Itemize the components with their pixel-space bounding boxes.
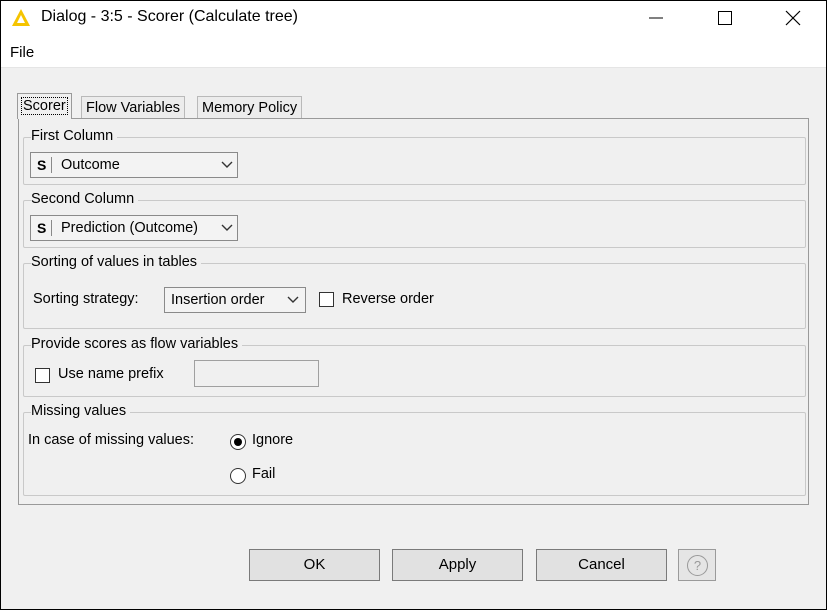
radio-selected-dot: [234, 438, 242, 446]
missing-values-group: [23, 412, 806, 496]
tab-memory-policy-label: Memory Policy: [202, 100, 298, 116]
dialog-window: Dialog - 3:5 - Scorer (Calculate tree) F…: [0, 0, 827, 610]
help-button[interactable]: ?: [678, 549, 716, 581]
chevron-down-icon: [221, 224, 233, 231]
chevron-down-icon: [287, 296, 299, 303]
second-column-title: Second Column: [31, 191, 139, 207]
fail-radio[interactable]: [230, 468, 246, 484]
close-icon: [785, 10, 801, 26]
menu-file[interactable]: File: [10, 44, 34, 61]
minimize-button[interactable]: [633, 1, 679, 35]
use-name-prefix-label: Use name prefix: [58, 366, 164, 382]
first-column-value: Outcome: [61, 157, 120, 173]
name-prefix-input[interactable]: [194, 360, 319, 387]
maximize-icon: [718, 11, 732, 25]
string-type-badge: S: [37, 220, 52, 236]
missing-values-title: Missing values: [31, 403, 131, 419]
sorting-strategy-value: Insertion order: [171, 292, 265, 308]
string-type-badge: S: [37, 157, 52, 173]
tab-flow-variables-label: Flow Variables: [86, 100, 181, 116]
sorting-strategy-select[interactable]: Insertion order: [164, 287, 306, 313]
second-column-select[interactable]: S Prediction (Outcome): [30, 215, 238, 241]
ok-button[interactable]: OK: [249, 549, 380, 581]
ignore-label: Ignore: [252, 432, 294, 448]
sorting-title: Sorting of values in tables: [31, 254, 202, 270]
cancel-button[interactable]: Cancel: [536, 549, 667, 581]
first-column-select[interactable]: S Outcome: [30, 152, 238, 178]
minimize-icon: [649, 17, 663, 19]
help-icon: ?: [687, 555, 708, 576]
apply-button[interactable]: Apply: [392, 549, 523, 581]
sorting-strategy-label: Sorting strategy:: [33, 291, 139, 307]
reverse-order-checkbox[interactable]: [319, 292, 334, 307]
window-title: Dialog - 3:5 - Scorer (Calculate tree): [41, 8, 298, 25]
second-column-value: Prediction (Outcome): [61, 220, 198, 236]
title-bar[interactable]: Dialog - 3:5 - Scorer (Calculate tree): [1, 1, 826, 35]
menu-bar: File: [1, 35, 826, 68]
chevron-down-icon: [221, 161, 233, 168]
knime-triangle-icon: [11, 8, 31, 28]
maximize-button[interactable]: [702, 1, 748, 35]
tab-flow-variables[interactable]: Flow Variables: [81, 96, 186, 119]
close-button[interactable]: [770, 1, 816, 35]
tab-memory-policy[interactable]: Memory Policy: [197, 96, 303, 119]
reverse-order-label: Reverse order: [342, 291, 434, 307]
ignore-radio[interactable]: [230, 434, 246, 450]
missing-values-label: In case of missing values:: [28, 432, 195, 448]
flow-variables-title: Provide scores as flow variables: [31, 336, 243, 352]
fail-label: Fail: [252, 466, 276, 482]
tab-scorer[interactable]: Scorer: [17, 93, 72, 119]
use-name-prefix-checkbox[interactable]: [35, 368, 50, 383]
tab-scorer-label: Scorer: [21, 97, 68, 115]
first-column-title: First Column: [31, 128, 118, 144]
